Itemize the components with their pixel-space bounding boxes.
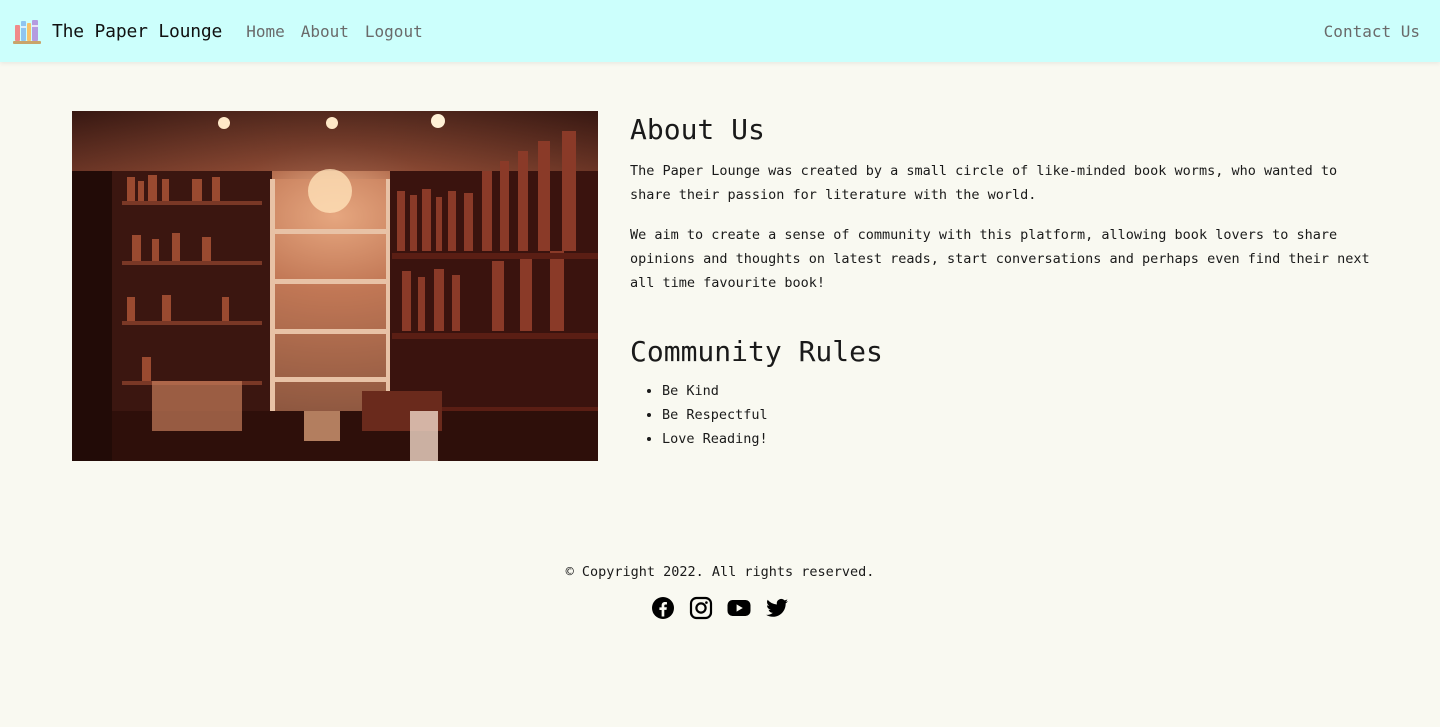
facebook-icon[interactable]: [651, 596, 675, 620]
rules-list: Be Kind Be Respectful Love Reading!: [630, 379, 1370, 451]
copyright-text: © Copyright 2022. All rights reserved.: [565, 564, 875, 580]
about-title: About Us: [630, 113, 765, 146]
rule-item: Love Reading!: [662, 427, 1370, 451]
bookshop-photo: [72, 111, 598, 461]
rule-item: Be Respectful: [662, 403, 1370, 427]
rule-item: Be Kind: [662, 379, 1370, 403]
about-content: About Us The Paper Lounge was created by…: [630, 111, 1370, 451]
instagram-icon[interactable]: [689, 596, 713, 620]
main-nav: Home About Logout: [238, 22, 431, 41]
rules-title: Community Rules: [630, 335, 883, 368]
about-paragraph-1: The Paper Lounge was created by a small …: [630, 163, 1338, 203]
brand-name: The Paper Lounge: [52, 20, 223, 42]
top-navbar: The Paper Lounge Home About Logout Conta…: [0, 0, 1440, 62]
nav-about-link[interactable]: About: [293, 22, 357, 41]
about-paragraph-2: We aim to create a sense of community wi…: [630, 227, 1370, 291]
twitter-icon[interactable]: [765, 596, 789, 620]
books-icon: [13, 20, 41, 44]
nav-right: Contact Us: [1324, 22, 1428, 41]
nav-contact-link[interactable]: Contact Us: [1324, 22, 1428, 41]
nav-home-link[interactable]: Home: [238, 22, 293, 41]
social-links: [0, 596, 1440, 620]
brand-link[interactable]: The Paper Lounge: [12, 17, 222, 45]
nav-logout-link[interactable]: Logout: [357, 22, 431, 41]
youtube-icon[interactable]: [727, 596, 751, 620]
page-footer: © Copyright 2022. All rights reserved.: [0, 560, 1440, 620]
